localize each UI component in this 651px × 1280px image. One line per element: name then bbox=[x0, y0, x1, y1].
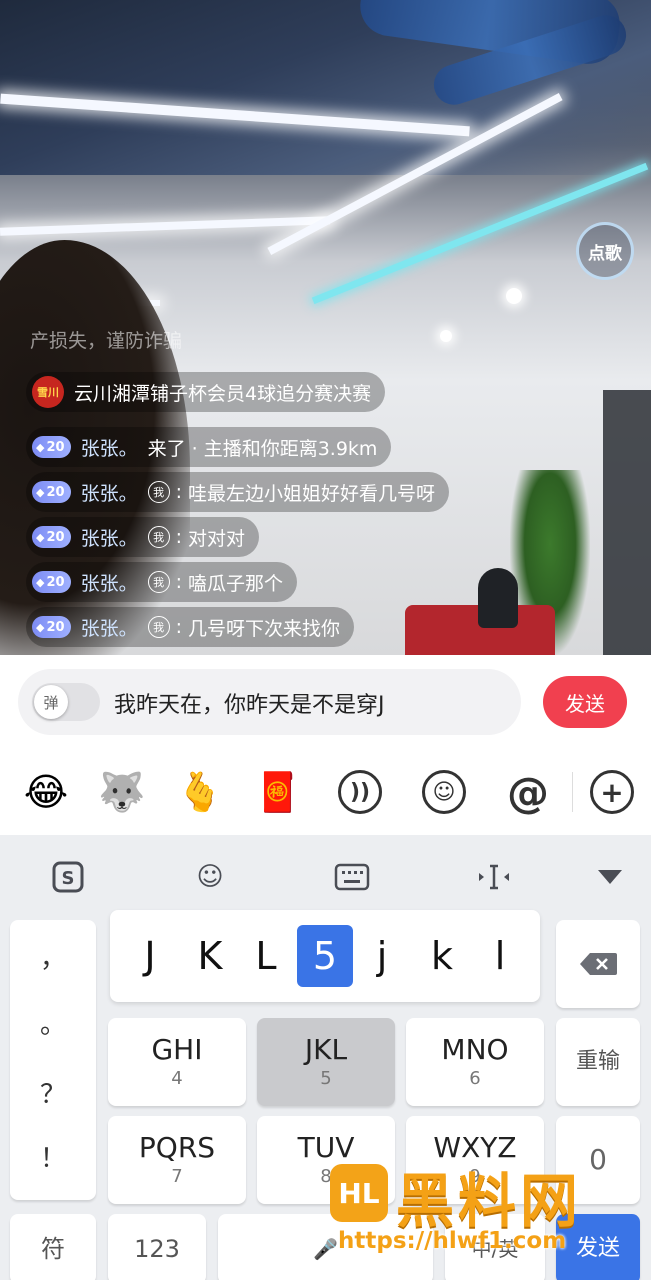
event-logo-icon: 雪川 bbox=[32, 376, 64, 408]
system-message-text: 云川湘潭铺子杯会员4球追分赛决赛 bbox=[74, 382, 372, 405]
key-jkl[interactable]: JKL 5 bbox=[257, 1018, 395, 1106]
spot-light bbox=[440, 330, 452, 342]
me-badge-icon: 我 bbox=[147, 481, 170, 503]
key-ghi[interactable]: GHI 4 bbox=[108, 1018, 246, 1106]
light-strip bbox=[0, 216, 331, 236]
me-badge-icon: 我 bbox=[147, 616, 170, 638]
candidate[interactable]: j bbox=[354, 925, 410, 987]
diamond-icon: ◆ bbox=[36, 485, 45, 499]
punct-comma[interactable]: ， bbox=[10, 938, 96, 975]
comment-input-value[interactable]: 我昨天在，你昨天是不是穿J bbox=[114, 687, 385, 719]
plus-icon[interactable]: + bbox=[590, 770, 634, 814]
punct-question[interactable]: ？ bbox=[10, 1074, 96, 1111]
smiley-icon[interactable]: ☺ bbox=[422, 770, 466, 814]
me-badge-icon: 我 bbox=[147, 526, 170, 548]
punct-exclaim[interactable]: ！ bbox=[10, 1138, 96, 1175]
collapse-keyboard-icon[interactable] bbox=[588, 855, 632, 899]
key-pqrs[interactable]: PQRS 7 bbox=[108, 1116, 246, 1204]
chat-comment[interactable]: ◆ 20 张张。 我 : 对对对 bbox=[26, 517, 259, 557]
comment-input[interactable]: 弹 我昨天在，你昨天是不是穿J bbox=[18, 669, 521, 735]
candidate[interactable]: k bbox=[414, 925, 470, 987]
comment-colon: : bbox=[175, 481, 182, 503]
emoji-bar: 😂 🐺 🫰 🧧 )) ☺ @ + bbox=[0, 750, 651, 835]
candidate-panel: J K L 5 j k l bbox=[110, 910, 540, 1002]
live-stream-view: 点歌 产损失，谨防诈骗 雪川 云川湘潭铺子杯会员4球追分赛决赛 ◆ 20 张张。 … bbox=[0, 0, 651, 655]
comment-username[interactable]: 张张。 bbox=[81, 524, 138, 551]
system-message: 雪川 云川湘潭铺子杯会员4球追分赛决赛 bbox=[26, 372, 386, 412]
level-badge: ◆ 20 bbox=[32, 571, 71, 593]
candidate[interactable]: L bbox=[238, 925, 294, 987]
send-button[interactable]: 发送 bbox=[543, 676, 627, 728]
heart-hand-sticker-icon[interactable]: 🫰 bbox=[176, 768, 224, 816]
divider bbox=[572, 772, 573, 812]
diamond-icon: ◆ bbox=[36, 575, 45, 589]
diamond-icon: ◆ bbox=[36, 440, 45, 454]
diamond-icon: ◆ bbox=[36, 620, 45, 634]
level-badge: ◆ 20 bbox=[32, 436, 71, 458]
symbols-key[interactable]: 符 bbox=[10, 1214, 96, 1280]
faded-message: 产损失，谨防诈骗 bbox=[30, 330, 183, 352]
emoji-icon[interactable]: ☺ bbox=[188, 855, 232, 899]
watermark-url: https://hlwf1.com bbox=[338, 1228, 567, 1254]
spot-light bbox=[506, 288, 522, 304]
comment-username[interactable]: 张张。 bbox=[81, 434, 138, 461]
comment-text: 哇最左边小姐姐好好看几号呀 bbox=[187, 482, 435, 505]
reenter-key[interactable]: 重输 bbox=[556, 1018, 640, 1106]
comment-text: 来了 · 主播和你距离3.9km bbox=[147, 437, 378, 460]
watermark-title: 黑料网 bbox=[396, 1167, 583, 1235]
comment-text: 嗑瓜子那个 bbox=[187, 572, 283, 595]
glass-wall bbox=[603, 390, 651, 655]
svg-text:S: S bbox=[62, 868, 75, 889]
cursor-icon[interactable] bbox=[472, 855, 516, 899]
chat-comment[interactable]: ◆ 20 张张。 我 : 嗑瓜子那个 bbox=[26, 562, 297, 602]
at-icon[interactable]: @ bbox=[504, 768, 552, 817]
punctuation-column: ， 。 ？ ！ bbox=[10, 920, 96, 1200]
sogou-logo-icon[interactable]: S bbox=[46, 855, 90, 899]
level-badge: ◆ 20 bbox=[32, 526, 71, 548]
husky-sticker-icon[interactable]: 🐺 bbox=[98, 768, 146, 816]
voice-icon[interactable]: )) bbox=[338, 770, 382, 814]
level-badge: ◆ 20 bbox=[32, 616, 71, 638]
keyboard-icon[interactable] bbox=[330, 855, 374, 899]
chat-comment[interactable]: ◆ 20 张张。 我 : 哇最左边小姐姐好好看几号呀 bbox=[26, 472, 449, 512]
watermark-logo: HL bbox=[330, 1164, 388, 1222]
diamond-icon: ◆ bbox=[36, 530, 45, 544]
watermark: HL 黑料网 https://hlwf1.com bbox=[330, 1160, 630, 1270]
comment-text: 对对对 bbox=[187, 527, 245, 550]
me-badge-icon: 我 bbox=[147, 571, 170, 593]
comment-colon: : bbox=[175, 526, 182, 548]
numbers-key[interactable]: 123 bbox=[108, 1214, 206, 1280]
chat-comment[interactable]: ◆ 20 张张。 我 : 几号呀下次来找你 bbox=[26, 607, 354, 647]
red-envelope-sticker-icon[interactable]: 🧧 bbox=[254, 768, 302, 816]
comment-colon: : bbox=[175, 571, 182, 593]
comment-input-bar: 弹 我昨天在，你昨天是不是穿J 发送 bbox=[0, 655, 651, 750]
comment-username[interactable]: 张张。 bbox=[81, 479, 138, 506]
song-request-button[interactable]: 点歌 bbox=[576, 222, 634, 280]
key-mno[interactable]: MNO 6 bbox=[406, 1018, 544, 1106]
comment-username[interactable]: 张张。 bbox=[81, 569, 138, 596]
danmu-toggle-knob: 弹 bbox=[34, 685, 68, 719]
punct-period[interactable]: 。 bbox=[10, 1004, 96, 1041]
comment-colon: : bbox=[175, 616, 182, 638]
person bbox=[478, 568, 518, 628]
level-badge: ◆ 20 bbox=[32, 481, 71, 503]
candidate[interactable]: K bbox=[182, 925, 238, 987]
candidate-selected[interactable]: 5 bbox=[297, 925, 353, 987]
comment-username[interactable]: 张张。 bbox=[81, 614, 138, 641]
chat-comment[interactable]: ◆ 20 张张。 来了 · 主播和你距离3.9km bbox=[26, 427, 392, 467]
comment-text: 几号呀下次来找你 bbox=[187, 617, 340, 640]
candidate[interactable]: J bbox=[122, 925, 178, 987]
candidate[interactable]: l bbox=[472, 925, 528, 987]
danmu-toggle[interactable]: 弹 bbox=[32, 683, 100, 721]
delete-key[interactable] bbox=[556, 920, 640, 1008]
laughing-crying-emoji-icon[interactable]: 😂 bbox=[22, 768, 70, 816]
backspace-icon bbox=[580, 953, 617, 975]
